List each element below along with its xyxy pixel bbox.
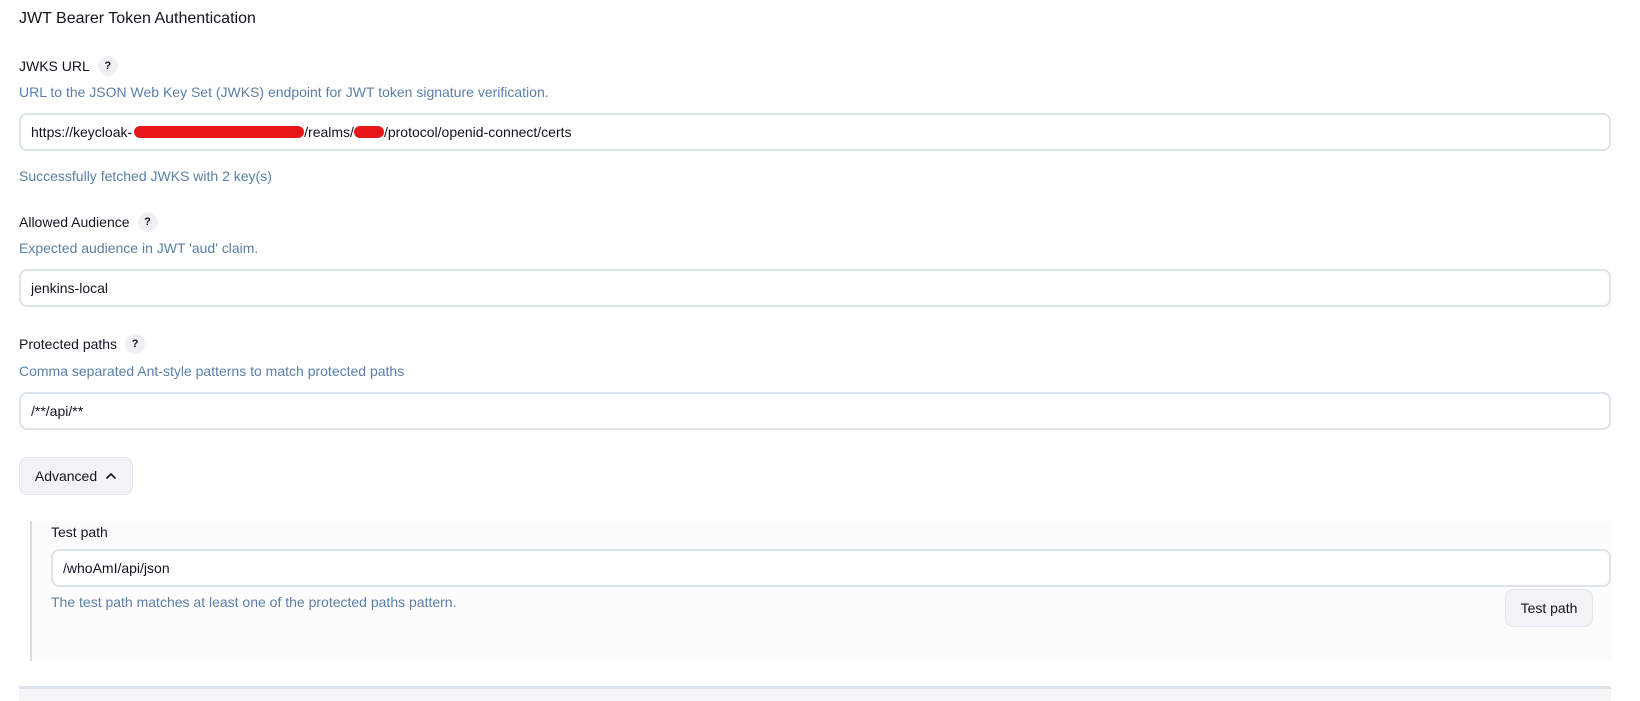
jwt-config-page: JWT Bearer Token Authentication JWKS URL…: [0, 0, 1640, 701]
section-title: JWT Bearer Token Authentication: [19, 10, 256, 27]
jwks-status-message: Successfully fetched JWKS with 2 key(s): [19, 168, 272, 184]
jwks-url-input[interactable]: https://keycloak- /realms/ /protocol/ope…: [19, 113, 1611, 151]
test-path-result-message: The test path matches at least one of th…: [51, 594, 457, 610]
protected-paths-input[interactable]: [19, 392, 1611, 430]
test-path-label: Test path: [51, 524, 108, 540]
chevron-up-icon: [106, 473, 116, 479]
bottom-fade: [19, 689, 1611, 701]
jwks-url-value-middle: /realms/: [304, 124, 354, 140]
audience-label-row: Allowed Audience ?: [19, 212, 158, 232]
protected-paths-label-row: Protected paths ?: [19, 334, 146, 354]
audience-label: Allowed Audience: [19, 214, 130, 230]
redaction-mark: [134, 126, 305, 138]
jwks-url-description: URL to the JSON Web Key Set (JWKS) endpo…: [19, 84, 549, 100]
advanced-label: Advanced: [34, 468, 98, 484]
protected-paths-label: Protected paths: [19, 336, 118, 352]
audience-description: Expected audience in JWT 'aud' claim.: [19, 240, 259, 256]
redaction-mark: [353, 126, 384, 138]
audience-input[interactable]: [19, 269, 1611, 307]
jwks-url-value-suffix: /protocol/openid-connect/certs: [383, 124, 572, 140]
test-path-input[interactable]: [51, 549, 1611, 587]
jwks-url-label-row: JWKS URL ?: [19, 56, 118, 76]
advanced-toggle-button[interactable]: Advanced: [19, 457, 133, 495]
protected-paths-help-icon[interactable]: ?: [125, 334, 146, 354]
jwks-url-help-icon[interactable]: ?: [97, 56, 118, 76]
test-path-button[interactable]: Test path: [1505, 589, 1593, 627]
advanced-panel: [30, 521, 1612, 661]
protected-paths-description: Comma separated Ant-style patterns to ma…: [19, 363, 405, 379]
jwks-url-value-prefix: https://keycloak-: [31, 124, 133, 140]
jwks-url-label: JWKS URL: [19, 58, 90, 74]
audience-help-icon[interactable]: ?: [137, 212, 158, 232]
